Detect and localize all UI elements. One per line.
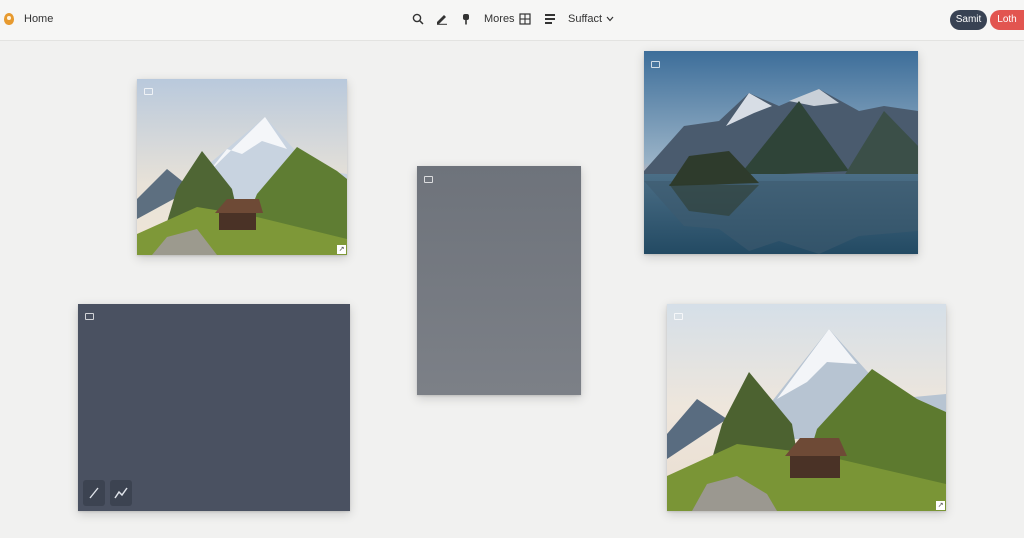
image-icon [651,61,660,68]
mountain-lake-image [644,51,918,254]
image-icon [424,176,433,183]
placeholder-card-gray[interactable] [417,166,581,395]
grid-icon[interactable] [517,11,533,27]
home-link[interactable]: Home [24,13,53,25]
image-card-mountain-cabin-large[interactable]: ↗ [667,304,946,511]
search-icon[interactable] [410,11,426,27]
expand-icon[interactable]: ↗ [337,245,346,254]
image-icon [674,313,683,320]
image-card-mountain-cabin[interactable]: ↗ [137,79,347,255]
chevron-down-icon [606,16,614,22]
more-menu[interactable]: Mores [484,13,515,25]
line-tool-icon[interactable] [83,480,105,506]
expand-icon[interactable]: ↗ [936,501,945,510]
placeholder-card-dark[interactable] [78,304,350,511]
mountain-cabin-image [667,304,946,511]
pin-icon[interactable] [458,11,474,27]
image-icon [85,313,94,320]
sort-dropdown-label: Suffact [568,13,603,25]
top-toolbar: Home Mores Suffact Samit Loth [0,0,1024,41]
mountain-cabin-image [137,79,347,255]
submit-button[interactable]: Samit [950,10,987,30]
logout-button[interactable]: Loth [990,10,1024,30]
edit-icon[interactable] [434,11,450,27]
polyline-tool-icon[interactable] [110,480,132,506]
list-icon[interactable] [542,11,558,27]
logo-icon[interactable] [4,13,14,25]
image-card-mountain-lake[interactable] [644,51,918,254]
image-icon [144,88,153,95]
sort-dropdown[interactable]: Suffact [568,13,614,25]
